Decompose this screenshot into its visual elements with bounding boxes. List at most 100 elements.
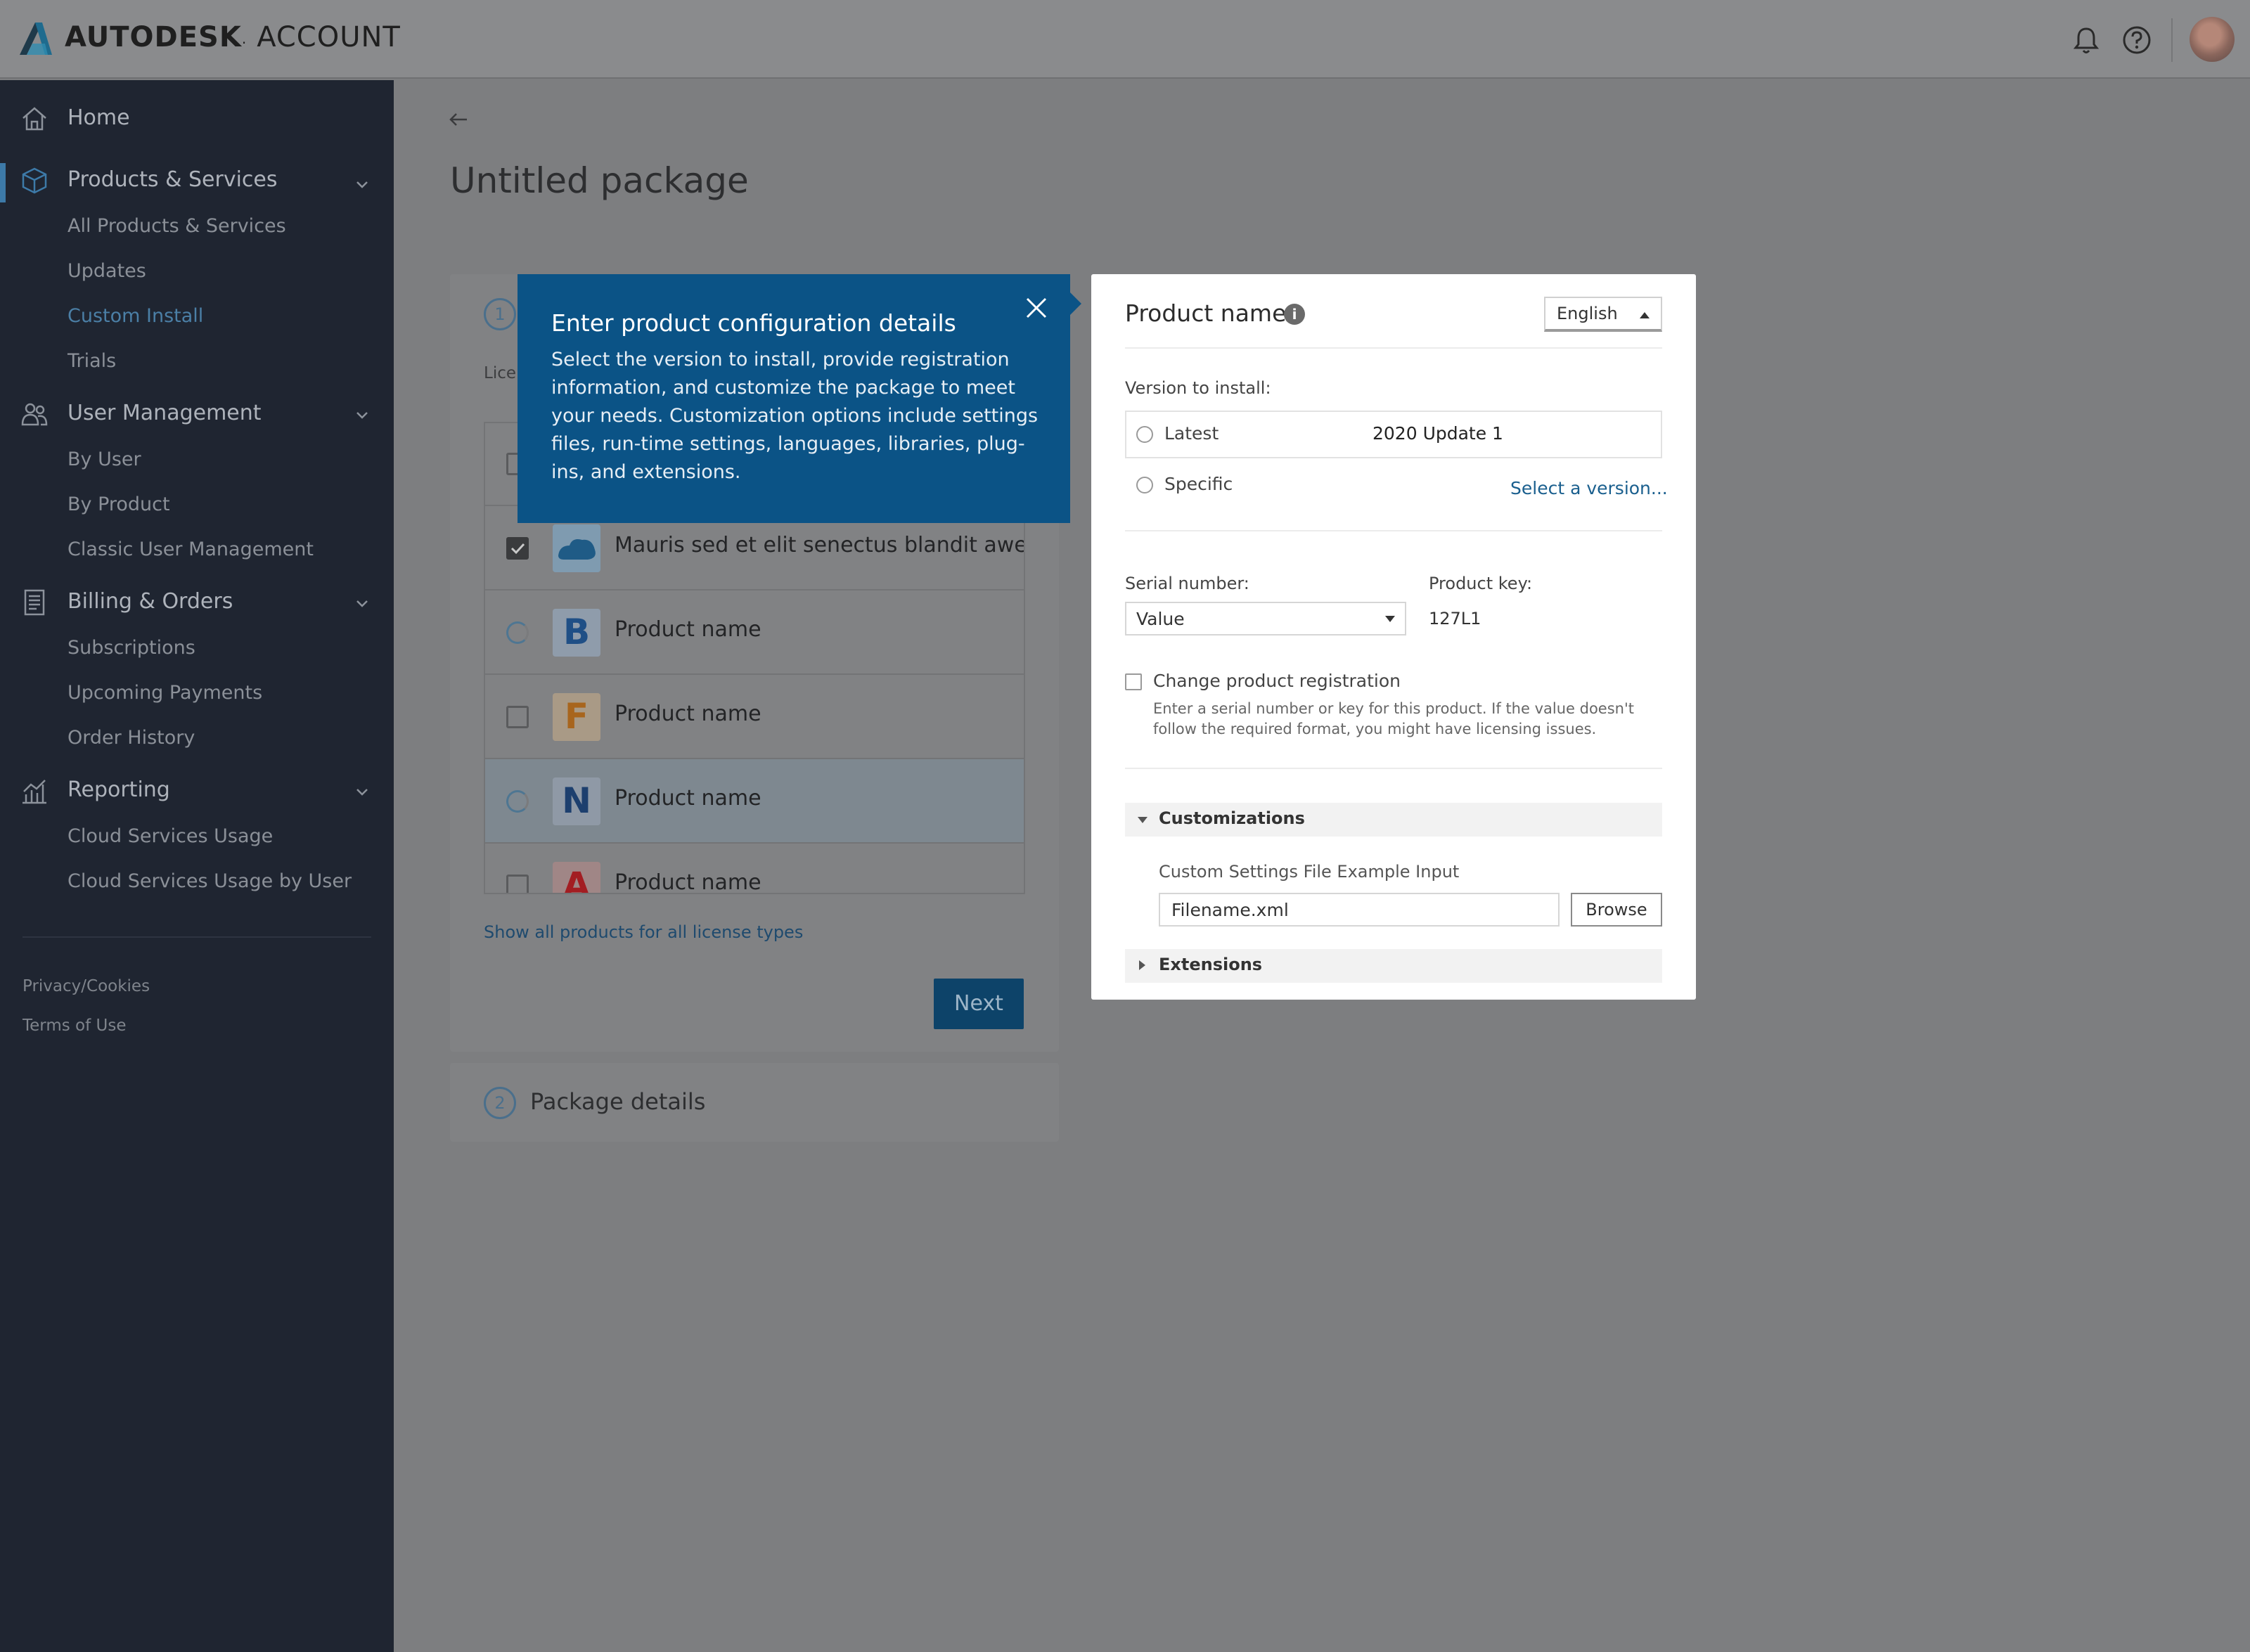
language-value: English bbox=[1557, 304, 1618, 323]
serial-number-label: Serial number: bbox=[1125, 574, 1249, 593]
brand-dot: . bbox=[241, 30, 248, 47]
privacy-cookies-link[interactable]: Privacy/Cookies bbox=[22, 977, 150, 995]
list-item[interactable]: A Product name bbox=[485, 844, 1024, 894]
chevron-down-icon[interactable] bbox=[353, 406, 371, 425]
show-all-products-link[interactable]: Show all products for all license types bbox=[484, 922, 803, 942]
sidebar-item-products-services[interactable]: Products & Services bbox=[68, 167, 278, 192]
panel-title: Product name bbox=[1125, 299, 1287, 327]
sidebar-divider bbox=[22, 936, 371, 938]
sidebar-item-by-user[interactable]: By User bbox=[68, 449, 141, 470]
customizations-label[interactable]: Customizations bbox=[1159, 808, 1305, 828]
serial-number-select[interactable]: Value bbox=[1125, 602, 1406, 635]
sidebar-item-cloud-services-usage-by-user[interactable]: Cloud Services Usage by User bbox=[68, 870, 352, 892]
sidebar-item-reporting[interactable]: Reporting bbox=[68, 777, 170, 802]
chevron-down-icon[interactable] bbox=[353, 176, 371, 194]
product-name: Product name bbox=[615, 702, 761, 726]
specific-label: Specific bbox=[1164, 474, 1233, 494]
specific-radio[interactable] bbox=[1136, 477, 1153, 493]
receipt-icon bbox=[24, 589, 45, 616]
product-name: Mauris sed et elit senectus blandit awe.… bbox=[615, 533, 1025, 557]
step-1-number: 1 bbox=[484, 298, 516, 330]
sidebar-item-order-history[interactable]: Order History bbox=[68, 727, 195, 749]
chart-icon bbox=[22, 780, 46, 804]
product-name: Product name bbox=[615, 617, 761, 642]
custom-settings-input[interactable]: Filename.xml bbox=[1159, 893, 1560, 927]
latest-label: Latest bbox=[1164, 423, 1219, 444]
box-icon bbox=[22, 167, 47, 194]
help-icon[interactable] bbox=[2121, 24, 2153, 56]
product-name: Product name bbox=[615, 786, 761, 811]
autodesk-logo-icon[interactable] bbox=[17, 20, 53, 56]
checkmark-icon bbox=[510, 543, 525, 555]
tooltip-body: Select the version to install, provide r… bbox=[551, 349, 1039, 483]
product-loading-radio[interactable] bbox=[506, 621, 529, 644]
home-icon bbox=[22, 107, 46, 131]
sidebar-item-cloud-services-usage[interactable]: Cloud Services Usage bbox=[68, 825, 273, 847]
step-2-number: 2 bbox=[484, 1087, 516, 1119]
product-b-icon: B bbox=[553, 609, 600, 657]
change-registration-label[interactable]: Change product registration bbox=[1153, 671, 1401, 691]
product-name: Product name bbox=[615, 870, 761, 894]
tooltip-arrow bbox=[1069, 291, 1081, 316]
product-key-label: Product key: bbox=[1429, 574, 1533, 593]
cloud-product-icon bbox=[553, 524, 600, 572]
avatar[interactable] bbox=[2190, 17, 2235, 62]
product-n-icon: N bbox=[553, 777, 600, 825]
active-section-indicator bbox=[0, 163, 6, 202]
latest-version-value: 2020 Update 1 bbox=[1372, 423, 1503, 444]
product-checkbox[interactable] bbox=[506, 706, 529, 728]
browse-button[interactable]: Browse bbox=[1571, 893, 1662, 927]
sidebar-item-updates[interactable]: Updates bbox=[68, 260, 146, 282]
sidebar-item-upcoming-payments[interactable]: Upcoming Payments bbox=[68, 682, 262, 704]
terms-of-use-link[interactable]: Terms of Use bbox=[22, 1017, 127, 1035]
language-select[interactable]: English bbox=[1544, 297, 1662, 332]
brand-title[interactable]: AUTODESK. ACCOUNT bbox=[65, 21, 401, 53]
next-button[interactable]: Next bbox=[934, 979, 1024, 1029]
extensions-label[interactable]: Extensions bbox=[1159, 955, 1262, 974]
close-icon[interactable] bbox=[1024, 295, 1049, 321]
product-f-icon: F bbox=[553, 693, 600, 741]
users-icon bbox=[21, 403, 48, 426]
panel-divider bbox=[1125, 768, 1662, 769]
caret-up-icon bbox=[1640, 312, 1650, 318]
sidebar-item-classic-user-management[interactable]: Classic User Management bbox=[68, 538, 314, 560]
serial-number-value: Value bbox=[1136, 609, 1185, 629]
panel-divider bbox=[1125, 347, 1662, 349]
version-label: Version to install: bbox=[1125, 378, 1271, 398]
list-item[interactable]: F Product name bbox=[485, 675, 1024, 759]
panel-divider bbox=[1125, 530, 1662, 531]
change-registration-checkbox[interactable] bbox=[1125, 673, 1142, 690]
header-divider bbox=[2171, 18, 2173, 62]
list-item[interactable]: N Product name bbox=[485, 759, 1024, 844]
sidebar-item-home[interactable]: Home bbox=[68, 105, 130, 130]
sidebar-item-all-products[interactable]: All Products & Services bbox=[68, 215, 286, 237]
info-icon[interactable]: i bbox=[1284, 304, 1305, 325]
sidebar-item-billing-orders[interactable]: Billing & Orders bbox=[68, 589, 233, 614]
list-item[interactable]: B Product name bbox=[485, 591, 1024, 675]
sidebar-item-by-product[interactable]: By Product bbox=[68, 493, 170, 515]
brand-name: AUTODESK bbox=[65, 21, 242, 53]
caret-down-icon bbox=[1138, 817, 1148, 823]
product-checkbox[interactable] bbox=[506, 537, 529, 560]
custom-settings-label: Custom Settings File Example Input bbox=[1159, 862, 1460, 882]
caret-down-icon bbox=[1385, 616, 1395, 622]
brand-account: ACCOUNT bbox=[257, 21, 401, 53]
product-key-value: 127L1 bbox=[1429, 609, 1481, 628]
product-checkbox[interactable] bbox=[506, 875, 529, 893]
latest-radio[interactable] bbox=[1136, 426, 1153, 443]
back-arrow-icon[interactable] bbox=[447, 110, 470, 129]
caret-right-icon bbox=[1139, 960, 1145, 970]
select-version-link[interactable]: Select a version... bbox=[1510, 478, 1668, 498]
chevron-down-icon[interactable] bbox=[353, 783, 371, 801]
product-loading-radio[interactable] bbox=[506, 790, 529, 813]
sidebar-item-subscriptions[interactable]: Subscriptions bbox=[68, 637, 195, 659]
bell-icon[interactable] bbox=[2070, 24, 2102, 56]
change-registration-help: Enter a serial number or key for this pr… bbox=[1153, 700, 1634, 737]
sidebar-item-user-management[interactable]: User Management bbox=[68, 401, 262, 425]
tooltip-title: Enter product configuration details bbox=[551, 309, 956, 337]
chevron-down-icon[interactable] bbox=[353, 595, 371, 613]
product-a-icon: A bbox=[553, 862, 600, 893]
sidebar-item-trials[interactable]: Trials bbox=[68, 350, 116, 372]
package-details-heading: Package details bbox=[530, 1088, 706, 1115]
sidebar-item-custom-install[interactable]: Custom Install bbox=[68, 305, 203, 327]
